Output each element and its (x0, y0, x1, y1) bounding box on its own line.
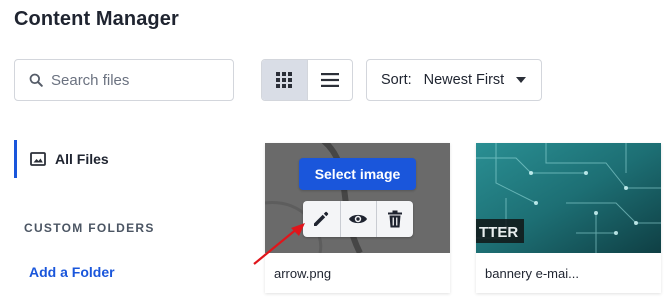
search-icon (29, 73, 43, 87)
file-actions (303, 201, 413, 237)
view-toggle (261, 59, 353, 101)
delete-icon (387, 210, 403, 228)
grid-view-button[interactable] (262, 60, 307, 100)
edit-icon (312, 210, 330, 228)
view-button[interactable] (339, 201, 377, 237)
grid-icon (275, 71, 293, 89)
search-box[interactable] (14, 59, 234, 101)
page-title: Content Manager (14, 8, 179, 30)
sort-label: Sort: (381, 72, 412, 88)
select-image-button[interactable]: Select image (299, 158, 416, 190)
sidebar-item-label: All Files (55, 151, 109, 167)
file-thumbnail: TTER (476, 143, 661, 253)
sidebar-item-all-files[interactable]: All Files (14, 140, 194, 178)
caret-down-icon (516, 77, 527, 83)
thumbnail-text: TTER (479, 224, 518, 241)
list-view-button[interactable] (306, 60, 352, 100)
file-card[interactable]: TTER bannery e-mai... (476, 143, 661, 293)
image-icon (30, 152, 46, 166)
sort-dropdown[interactable]: Sort: Newest First (366, 59, 542, 101)
sort-value: Newest First (423, 72, 505, 88)
annotation-arrow-icon (250, 220, 310, 275)
file-name: bannery e-mai... (485, 266, 579, 281)
list-icon (320, 72, 340, 88)
add-folder-link[interactable]: Add a Folder (29, 264, 115, 280)
search-input[interactable] (51, 71, 221, 89)
view-icon (348, 212, 368, 226)
delete-button[interactable] (376, 201, 413, 237)
custom-folders-heading: CUSTOM FOLDERS (24, 221, 155, 235)
